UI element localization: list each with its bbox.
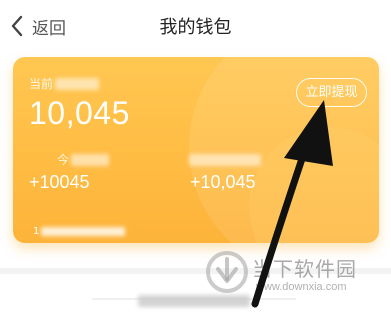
blurred-text [55,77,100,90]
downxia-logo-icon [206,251,248,293]
withdraw-button[interactable]: 立即提现 [296,78,367,107]
total-earnings-label [189,151,261,170]
blurred-text [189,154,261,166]
total-earnings-value: +10,045 [190,172,256,192]
balance-amount: 10,045 [29,95,130,131]
balance-label: 当前 [29,75,100,92]
watermark-name: 当下软件园 [252,257,357,281]
wallet-card: 当前 10,045 立即提现 今 +10045 +10,045 1 [13,57,379,243]
page-title: 我的钱包 [159,17,232,38]
blurred-text [41,226,125,236]
watermark-url: www.downxia.com [256,281,347,293]
card-footer-link[interactable]: 1 [33,226,125,237]
today-earnings-label: 今 [57,151,110,168]
site-watermark: 当下软件园 www.downxia.com [204,247,384,311]
today-earnings-value: +10045 [29,172,90,192]
top-nav-bar: 返回 我的钱包 [0,0,391,52]
blurred-text [71,153,110,166]
